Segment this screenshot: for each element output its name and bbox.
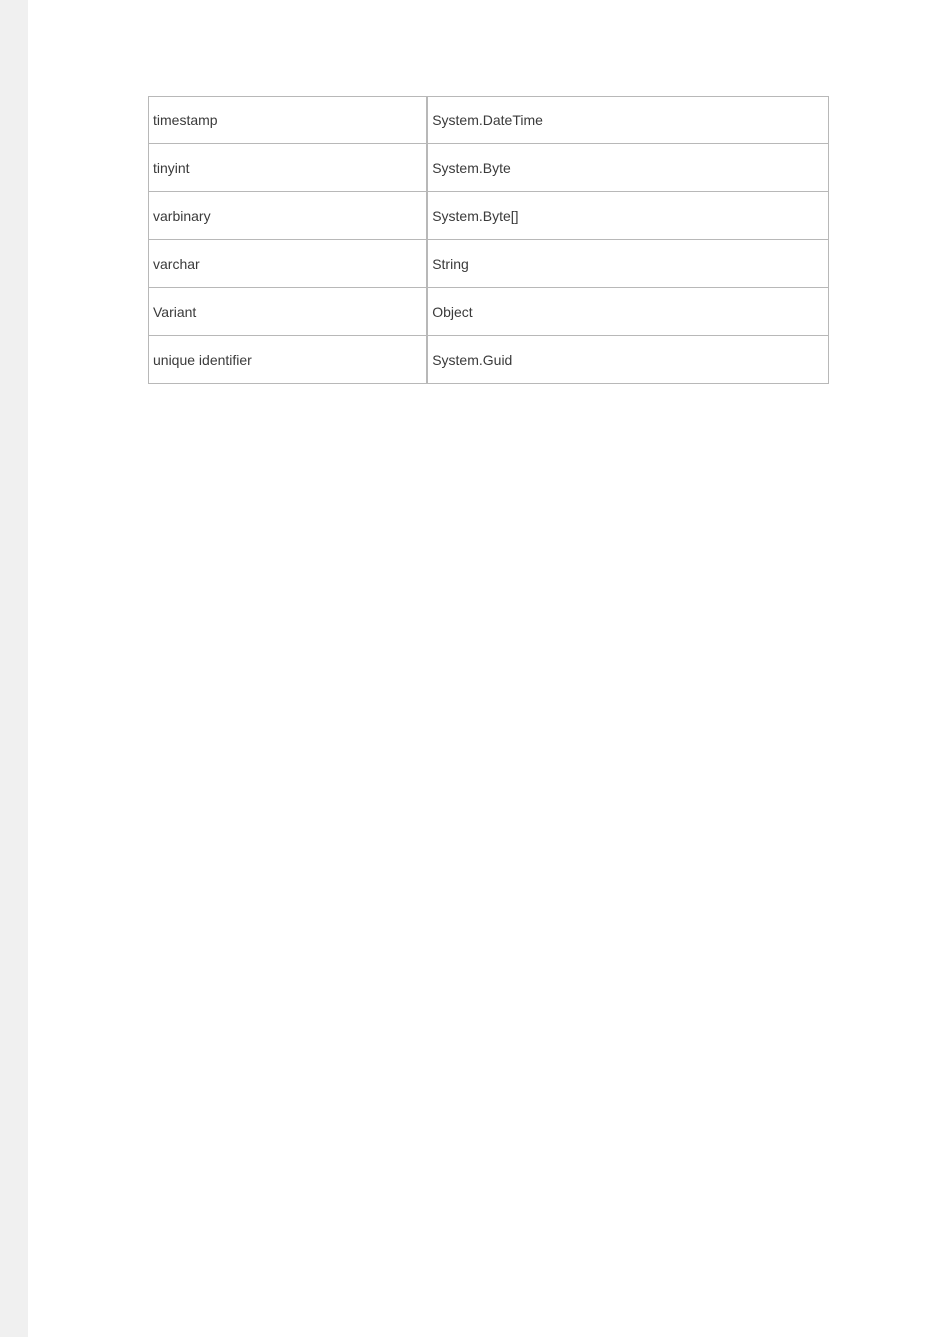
table-row: Variant Object bbox=[148, 288, 829, 336]
dotnet-type-cell: System.Guid bbox=[427, 336, 829, 384]
dotnet-type-cell: System.Byte[] bbox=[427, 192, 829, 240]
type-mapping-table: timestamp System.DateTime tinyint System… bbox=[148, 96, 829, 384]
dotnet-type-cell: String bbox=[427, 240, 829, 288]
table-row: varchar String bbox=[148, 240, 829, 288]
dotnet-type-cell: System.Byte bbox=[427, 144, 829, 192]
sql-type-cell: varchar bbox=[148, 240, 427, 288]
dotnet-type-cell: System.DateTime bbox=[427, 96, 829, 144]
document-page: timestamp System.DateTime tinyint System… bbox=[28, 0, 945, 1337]
sql-type-cell: timestamp bbox=[148, 96, 427, 144]
table-row: unique identifier System.Guid bbox=[148, 336, 829, 384]
table-row: varbinary System.Byte[] bbox=[148, 192, 829, 240]
sql-type-cell: varbinary bbox=[148, 192, 427, 240]
table-row: timestamp System.DateTime bbox=[148, 96, 829, 144]
dotnet-type-cell: Object bbox=[427, 288, 829, 336]
table-row: tinyint System.Byte bbox=[148, 144, 829, 192]
sql-type-cell: Variant bbox=[148, 288, 427, 336]
content-area: timestamp System.DateTime tinyint System… bbox=[28, 0, 945, 384]
sql-type-cell: unique identifier bbox=[148, 336, 427, 384]
sql-type-cell: tinyint bbox=[148, 144, 427, 192]
